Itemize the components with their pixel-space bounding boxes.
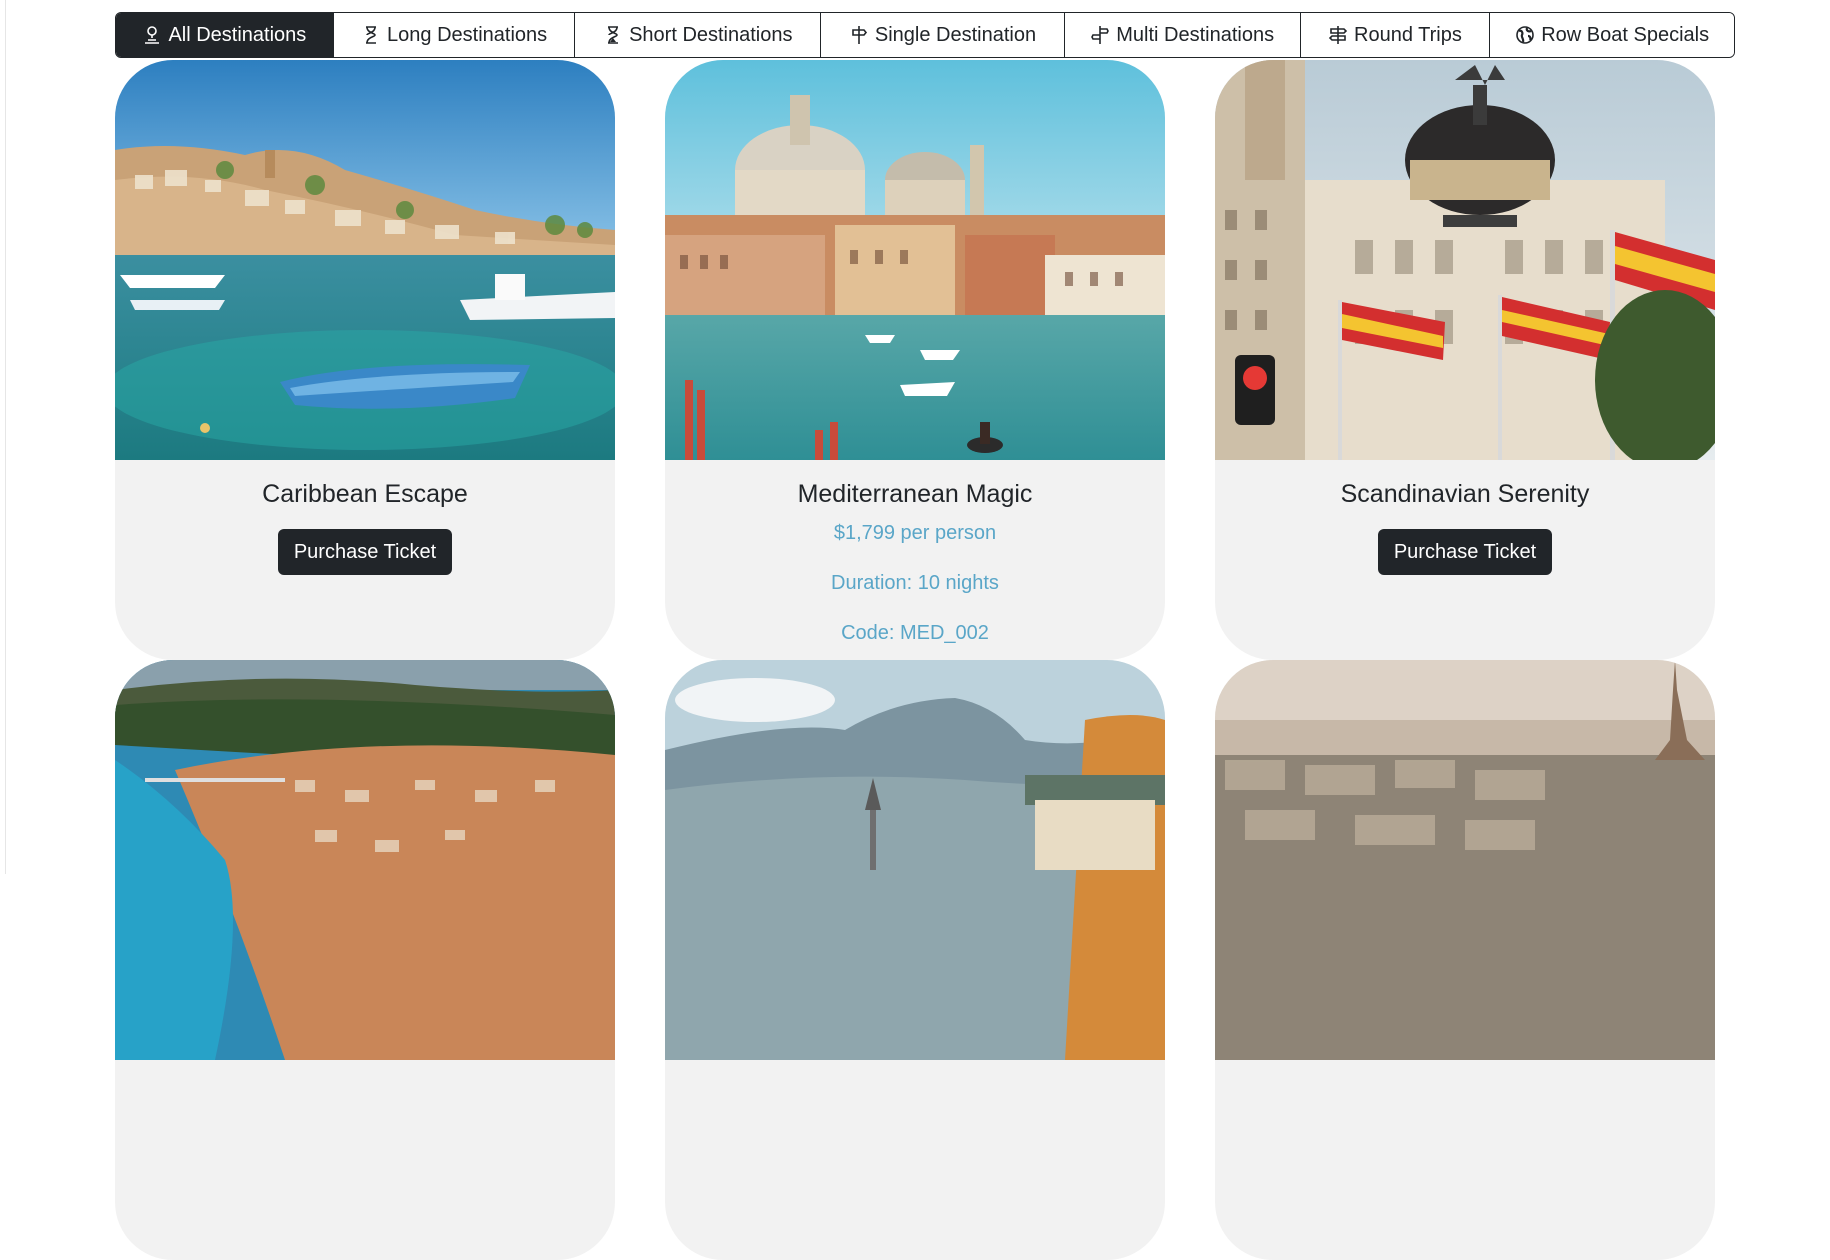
tab-short-destinations[interactable]: Short Destinations xyxy=(575,13,822,57)
person-pin-icon xyxy=(142,25,162,45)
tab-label: Multi Destinations xyxy=(1116,23,1275,46)
tab-round-trips[interactable]: Round Trips xyxy=(1300,13,1491,57)
hourglass-bottom-icon xyxy=(603,25,623,45)
destination-card-alpine xyxy=(665,660,1165,1260)
metropolis-building-photo xyxy=(1215,60,1715,460)
destination-card-coastal-town xyxy=(115,660,615,1260)
paris-skyline-photo xyxy=(1215,660,1715,1060)
harbor-town-photo xyxy=(115,60,615,460)
signpost-icon xyxy=(849,25,869,45)
destination-card-caribbean: Caribbean Escape Purchase Ticket xyxy=(115,60,615,660)
hourglass-icon xyxy=(361,25,381,45)
tab-all-destinations[interactable]: All Destinations xyxy=(116,13,334,57)
trip-code: Code: MED_002 xyxy=(841,622,989,644)
trip-price: $1,799 per person xyxy=(833,522,997,544)
tab-label: Row Boat Specials xyxy=(1541,23,1710,46)
tab-label: Short Destinations xyxy=(629,23,793,46)
trip-details: $1,799 per person Duration: 10 nights Co… xyxy=(665,519,1165,660)
destination-card-paris xyxy=(1215,660,1715,1260)
destination-card-mediterranean: Mediterranean Magic $1,799 per person Du… xyxy=(665,60,1165,660)
destination-filter-tabs: All Destinations Long Destinations Short… xyxy=(115,12,1735,58)
tab-row-boat-specials[interactable]: Row Boat Specials xyxy=(1490,13,1734,57)
purchase-ticket-button[interactable]: Purchase Ticket xyxy=(277,529,453,575)
tab-single-destination[interactable]: Single Destination xyxy=(821,13,1065,57)
card-title: Caribbean Escape xyxy=(262,480,468,508)
page-edge-divider xyxy=(5,0,6,874)
tab-label: Single Destination xyxy=(874,23,1037,46)
coastal-town-aerial-photo xyxy=(115,660,615,1060)
card-title: Scandinavian Serenity xyxy=(1340,480,1590,508)
signpost-2-icon xyxy=(1328,25,1348,45)
tab-long-destinations[interactable]: Long Destinations xyxy=(333,13,576,57)
trip-duration: Duration: 10 nights xyxy=(831,572,999,594)
tab-label: All Destinations xyxy=(168,23,307,46)
card-title: Mediterranean Magic xyxy=(797,480,1033,508)
globe-icon xyxy=(1515,25,1535,45)
tab-label: Long Destinations xyxy=(387,23,548,46)
destination-card-scandinavian: Scandinavian Serenity Purchase Ticket xyxy=(1215,60,1715,660)
tab-label: Round Trips xyxy=(1354,23,1462,46)
alpine-village-photo xyxy=(665,660,1165,1060)
venice-canal-photo xyxy=(665,60,1165,460)
purchase-ticket-button[interactable]: Purchase Ticket xyxy=(1377,529,1553,575)
tab-multi-destinations[interactable]: Multi Destinations xyxy=(1064,13,1301,57)
signpost-split-icon xyxy=(1090,25,1110,45)
